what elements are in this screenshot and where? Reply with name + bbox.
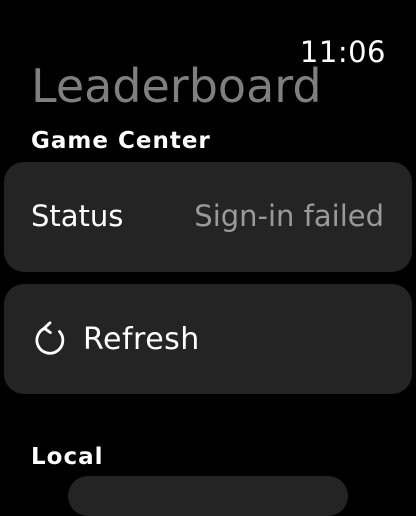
section-header-game-center: Game Center [31, 128, 211, 154]
refresh-label: Refresh [83, 322, 200, 357]
page-title: Leaderboard [31, 59, 322, 113]
status-label: Status [31, 199, 124, 233]
status-value: Sign-in failed [194, 199, 384, 233]
refresh-button[interactable]: Refresh [4, 284, 412, 394]
section-header-local: Local [31, 444, 104, 470]
refresh-icon [31, 321, 69, 359]
local-list-item[interactable] [68, 476, 348, 516]
status-row: Status Sign-in failed [4, 162, 412, 272]
